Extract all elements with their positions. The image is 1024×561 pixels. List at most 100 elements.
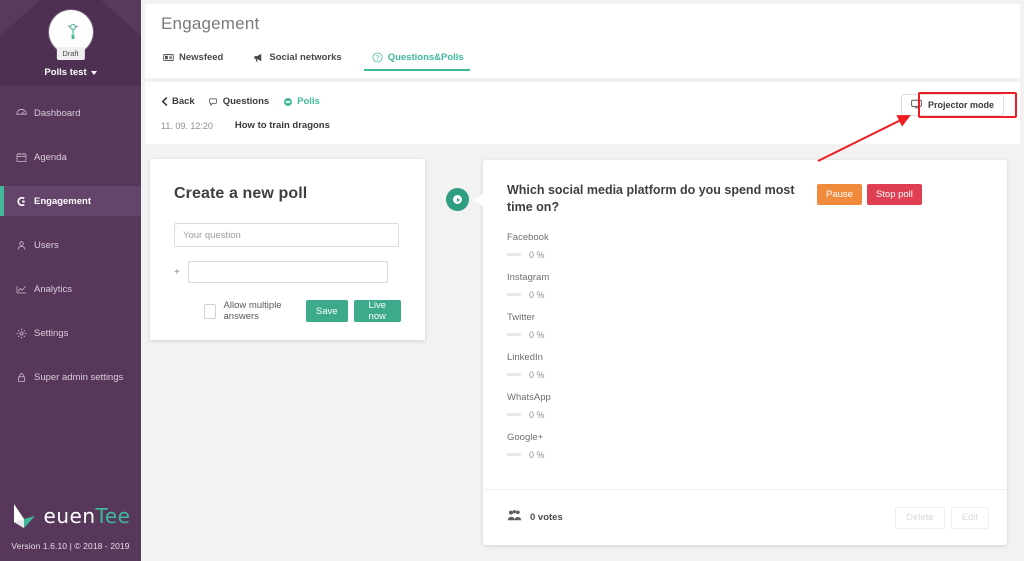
tab-questions-polls[interactable]: Questions&Polls bbox=[363, 52, 478, 71]
poll-option-result: 0 % bbox=[507, 290, 983, 300]
sidebar-item-label: Settings bbox=[34, 327, 69, 339]
tab-label: Social networks bbox=[269, 52, 342, 63]
app-root: Draft Polls test Dashboard Agenda Engage… bbox=[0, 0, 1024, 561]
poll-option-name: Facebook bbox=[507, 231, 549, 243]
polls-label: Polls bbox=[297, 96, 320, 107]
back-label: Back bbox=[172, 96, 195, 107]
poll-option-result: 0 % bbox=[507, 370, 983, 380]
content-area bbox=[141, 144, 1024, 158]
poll-result-card: Which social media platform do you spend… bbox=[483, 160, 1007, 545]
sidebar-item-users[interactable]: Users bbox=[0, 230, 141, 260]
poll-option-name: Instagram bbox=[507, 271, 550, 283]
gear-icon bbox=[16, 328, 30, 339]
poll-option-name: Twitter bbox=[507, 311, 535, 323]
polls-circle-icon bbox=[284, 97, 293, 106]
sidebar-item-analytics[interactable]: Analytics bbox=[0, 274, 141, 304]
poll-card-header: Which social media platform do you spend… bbox=[483, 160, 1007, 216]
polls-link[interactable]: Polls bbox=[283, 96, 320, 107]
header-tabs: Newsfeed Social networks Questions&Polls bbox=[161, 43, 1020, 71]
breadcrumb: Back Questions Polls bbox=[161, 96, 1004, 107]
page-title: Engagement bbox=[161, 14, 260, 33]
poll-option: Twitter 0 % bbox=[507, 312, 983, 340]
newspaper-icon bbox=[163, 52, 174, 63]
engagement-icon bbox=[16, 196, 30, 207]
projector-mode-label: Projector mode bbox=[927, 100, 994, 110]
sidebar-item-dashboard[interactable]: Dashboard bbox=[0, 98, 141, 128]
create-poll-card: Create a new poll + Allow multiple answe… bbox=[150, 159, 425, 340]
poll-option-result: 0 % bbox=[507, 250, 983, 260]
poll-option: Instagram 0 % bbox=[507, 272, 983, 300]
save-button[interactable]: Save bbox=[305, 300, 348, 322]
event-avatar-icon bbox=[67, 24, 78, 39]
poll-option-bar bbox=[507, 373, 521, 377]
chat-bubble-icon bbox=[209, 98, 217, 106]
delete-poll-button[interactable]: Delete bbox=[895, 506, 945, 529]
poll-option-percent: 0 % bbox=[529, 369, 545, 380]
sidebar-item-super-admin-settings[interactable]: Super admin settings bbox=[0, 362, 141, 392]
poll-option-row: + bbox=[174, 261, 401, 283]
tab-label: Questions&Polls bbox=[387, 52, 464, 63]
brand-part-2: Tee bbox=[95, 504, 131, 528]
poll-question: Which social media platform do you spend… bbox=[507, 183, 795, 214]
sidebar-item-label: Agenda bbox=[34, 151, 67, 163]
sidebar-nav: Dashboard Agenda Engagement Users Analyt… bbox=[0, 86, 141, 501]
back-button[interactable]: Back bbox=[161, 96, 195, 107]
users-icon bbox=[16, 240, 30, 251]
sidebar-event-header[interactable]: Draft Polls test bbox=[0, 0, 141, 86]
poll-option-bar bbox=[507, 293, 521, 297]
sidebar-item-settings[interactable]: Settings bbox=[0, 318, 141, 348]
poll-option: LinkedIn 0 % bbox=[507, 352, 983, 380]
live-now-button[interactable]: Live now bbox=[353, 300, 401, 322]
create-poll-actions: Allow multiple answers Save Live now bbox=[174, 300, 401, 322]
live-play-icon bbox=[446, 188, 469, 211]
poll-option-bar bbox=[507, 413, 521, 417]
pause-poll-button[interactable]: Pause bbox=[817, 184, 862, 205]
poll-option-input[interactable] bbox=[188, 261, 388, 283]
plus-icon[interactable]: + bbox=[174, 267, 182, 278]
poll-question-input[interactable] bbox=[174, 223, 399, 247]
calendar-icon bbox=[16, 152, 30, 163]
chevron-left-icon bbox=[161, 97, 168, 106]
sidebar-item-engagement[interactable]: Engagement bbox=[0, 186, 141, 216]
poll-option-result: 0 % bbox=[507, 330, 983, 340]
projector-mode-button[interactable]: Projector mode bbox=[900, 94, 1004, 116]
page-header: Engagement Newsfeed Social networks Ques… bbox=[145, 4, 1020, 78]
avatar-wrapper: Draft bbox=[48, 10, 93, 60]
stop-poll-button[interactable]: Stop poll bbox=[866, 184, 922, 205]
sidebar-item-label: Users bbox=[34, 239, 59, 251]
event-switcher[interactable]: Polls test bbox=[44, 67, 97, 78]
sidebar-item-label: Analytics bbox=[34, 283, 73, 295]
poll-option-bar bbox=[507, 453, 521, 457]
questions-link[interactable]: Questions bbox=[209, 96, 269, 107]
dashboard-icon bbox=[16, 108, 30, 119]
poll-option-name: Google+ bbox=[507, 431, 544, 443]
sidebar-item-agenda[interactable]: Agenda bbox=[0, 142, 141, 172]
poll-option-percent: 0 % bbox=[529, 409, 545, 420]
questions-label: Questions bbox=[222, 96, 270, 107]
allow-multiple-answers-checkbox[interactable] bbox=[204, 303, 216, 319]
sidebar: Draft Polls test Dashboard Agenda Engage… bbox=[0, 0, 141, 561]
brand-part-1: euen bbox=[43, 504, 96, 528]
sidebar-item-label: Engagement bbox=[34, 195, 92, 207]
poll-option-bar bbox=[507, 333, 521, 337]
edit-poll-button[interactable]: Edit bbox=[950, 506, 989, 529]
poll-option: Google+ 0 % bbox=[507, 432, 983, 460]
allow-multiple-answers-label: Allow multiple answers bbox=[223, 300, 282, 322]
poll-controls: Pause Stop poll bbox=[817, 182, 922, 216]
poll-options-list: Facebook 0 % Instagram 0 % Twitter 0 % L… bbox=[483, 216, 1007, 460]
question-circle-icon bbox=[372, 52, 383, 63]
poll-card-notch bbox=[474, 193, 484, 207]
brand-logo: euenTee bbox=[0, 501, 141, 531]
poll-subbar: Back Questions Polls 11. 09. 12:20 How t… bbox=[145, 82, 1020, 144]
status-badge: Draft bbox=[56, 46, 85, 60]
sidebar-item-label: Dashboard bbox=[34, 107, 81, 119]
event-name-label: Polls test bbox=[44, 67, 87, 78]
tab-social-networks[interactable]: Social networks bbox=[251, 52, 355, 71]
poll-option-result: 0 % bbox=[507, 450, 983, 460]
tab-newsfeed[interactable]: Newsfeed bbox=[161, 52, 237, 71]
poll-option-percent: 0 % bbox=[529, 449, 545, 460]
lock-icon bbox=[16, 372, 30, 383]
session-title: How to train dragons bbox=[234, 120, 330, 131]
session-time: 11. 09. 12:20 bbox=[161, 120, 213, 131]
people-icon bbox=[507, 509, 523, 527]
